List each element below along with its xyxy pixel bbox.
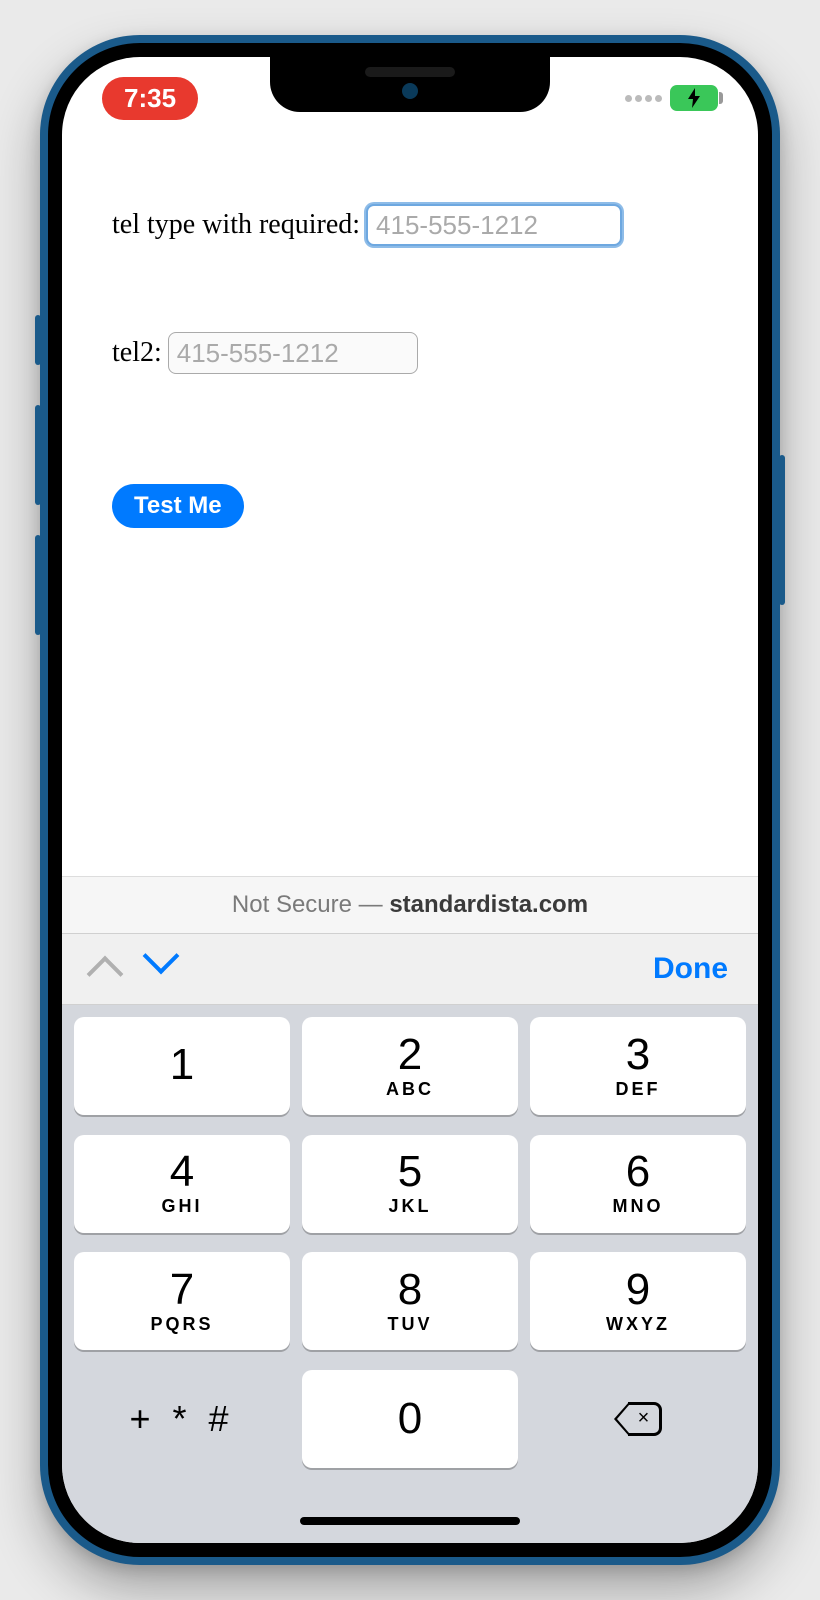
mute-switch	[35, 315, 41, 365]
keypad-4-button[interactable]: 4GHI	[74, 1135, 290, 1233]
keypad-2-button[interactable]: 2ABC	[302, 1017, 518, 1115]
recording-time-pill[interactable]: 7:35	[102, 77, 198, 120]
screen: 7:35 tel type with required: tel2:	[62, 57, 758, 1543]
keypad-6-button[interactable]: 6MNO	[530, 1135, 746, 1233]
keypad-7-button[interactable]: 7PQRS	[74, 1252, 290, 1350]
prev-field-chevron-icon	[87, 956, 124, 993]
domain-text: standardista.com	[389, 891, 588, 918]
cellular-signal-icon	[625, 95, 662, 102]
tel-required-label: tel type with required:	[112, 209, 360, 241]
power-button	[779, 455, 785, 605]
keypad-padding	[62, 1475, 758, 1543]
keypad-symbols-button[interactable]: + * #	[74, 1370, 290, 1468]
keypad-0-button[interactable]: 0	[302, 1370, 518, 1468]
volume-down-button	[35, 535, 41, 635]
address-bar[interactable]: Not Secure — standardista.com	[62, 876, 758, 933]
volume-up-button	[35, 405, 41, 505]
keypad-9-button[interactable]: 9WXYZ	[530, 1252, 746, 1350]
next-field-chevron-icon[interactable]	[143, 938, 180, 975]
keypad-8-button[interactable]: 8TUV	[302, 1252, 518, 1350]
keyboard-accessory-bar: Done	[62, 933, 758, 1005]
numeric-keypad: 1 2ABC 3DEF 4GHI 5JKL 6MNO 7PQRS 8TUV 9W…	[62, 1005, 758, 1475]
battery-charging-icon	[670, 85, 718, 111]
tel-required-field[interactable]	[366, 204, 622, 246]
done-button[interactable]: Done	[653, 952, 728, 986]
tel2-field[interactable]	[168, 332, 418, 374]
front-camera-icon	[402, 83, 418, 99]
keypad-1-button[interactable]: 1	[74, 1017, 290, 1115]
test-me-button[interactable]: Test Me	[112, 484, 244, 528]
speaker-grille	[365, 67, 455, 77]
keypad-5-button[interactable]: 5JKL	[302, 1135, 518, 1233]
keypad-3-button[interactable]: 3DEF	[530, 1017, 746, 1115]
notch	[270, 57, 550, 112]
backspace-icon: ×	[614, 1402, 662, 1436]
home-indicator[interactable]	[300, 1517, 520, 1525]
keypad-backspace-button[interactable]: ×	[530, 1370, 746, 1468]
security-status-text: Not Secure —	[232, 891, 389, 918]
web-content: tel type with required: tel2: Test Me	[62, 129, 758, 876]
phone-device-frame: 7:35 tel type with required: tel2:	[40, 35, 780, 1565]
tel2-label: tel2:	[112, 337, 162, 369]
